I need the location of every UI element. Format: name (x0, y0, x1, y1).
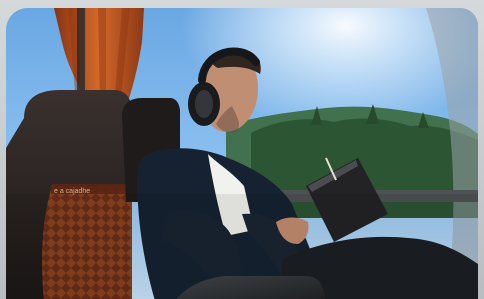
interior-shadow (6, 194, 478, 299)
seat-embroidery-text: e a cajadhe (54, 188, 90, 195)
photo-window: e a cajadhe (6, 8, 478, 299)
scene-illustration: e a cajadhe (6, 8, 478, 299)
page-root: e a cajadhe (0, 0, 484, 299)
